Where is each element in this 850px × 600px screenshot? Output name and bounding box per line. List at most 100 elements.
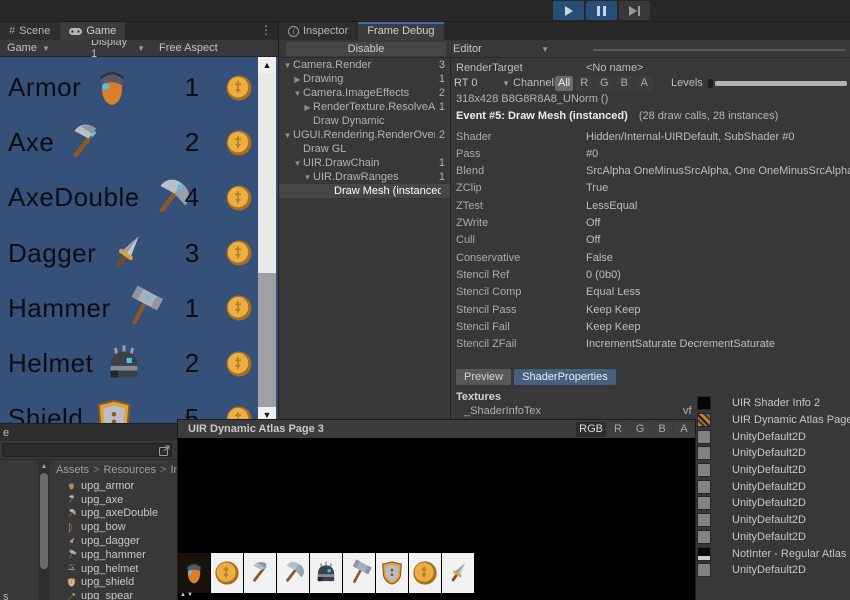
state-key: Pass (456, 148, 586, 160)
texture-name: UnityDefault2D (732, 531, 806, 543)
rt-dropdown[interactable]: RT 0 ▼ (454, 77, 510, 89)
texture-row[interactable]: UnityDefault2D (697, 428, 850, 445)
asset-row[interactable]: upg_shield (50, 576, 180, 590)
foldout-icon[interactable]: ▼ (282, 61, 293, 70)
atlas-channel-button[interactable]: G (630, 422, 650, 437)
texture-name: UnityDefault2D (732, 564, 806, 576)
disable-button[interactable]: Disable (286, 42, 446, 56)
open-search-icon[interactable] (159, 445, 170, 456)
texture-row[interactable]: UnityDefault2D (697, 478, 850, 495)
preview-button[interactable]: Preview (456, 369, 511, 385)
project-scrollbar[interactable]: ▲ (38, 461, 50, 600)
asset-row[interactable]: upg_axeDouble (50, 507, 180, 521)
channel-button[interactable]: R (575, 76, 593, 91)
breadcrumb: Assets > Resources > Inv (50, 461, 180, 478)
channel-button[interactable]: B (615, 76, 633, 91)
asset-row[interactable]: upg_dagger (50, 534, 180, 548)
asset-icon (66, 536, 77, 547)
frame-event-row[interactable]: ▶ RenderTexture.ResolveA 1 (279, 100, 450, 114)
frame-event-slider[interactable] (593, 49, 845, 51)
asset-row[interactable]: upg_axe (50, 493, 180, 507)
play-icon (565, 6, 573, 16)
event-count: 1 (439, 171, 445, 183)
frame-event-row[interactable]: ▼ UIR.DrawChain 1 (279, 156, 450, 170)
play-button[interactable] (553, 1, 584, 20)
foldout-icon[interactable]: ▼ (292, 89, 303, 98)
tab-game[interactable]: Game (60, 22, 125, 40)
texture-name: UnityDefault2D (732, 481, 806, 493)
scroll-up-icon[interactable]: ▲ (38, 463, 50, 470)
frame-event-row[interactable]: ▼ UIR.DrawRanges 1 (279, 170, 450, 184)
breadcrumb-segment[interactable]: Assets (56, 464, 89, 476)
frame-event-row[interactable]: ▶ Drawing 1 (279, 72, 450, 86)
frame-event-row[interactable]: ▼ UGUI.Rendering.RenderOverla 2 (279, 128, 450, 142)
levels-slider-knob[interactable] (708, 79, 713, 88)
texture-name: UIR Shader Info 2 (732, 397, 820, 409)
breadcrumb-segment[interactable]: Resources (103, 464, 156, 476)
texture-row[interactable]: UnityDefault2D (697, 462, 850, 479)
frame-event-row[interactable]: Draw Dynamic (279, 114, 450, 128)
texture-row[interactable]: UnityDefault2D (697, 512, 850, 529)
shader-properties-button[interactable]: ShaderProperties (514, 369, 616, 385)
atlas-channel-button[interactable]: B (652, 422, 672, 437)
channel-button[interactable]: G (595, 76, 613, 91)
scroll-up-icon[interactable]: ▲ (258, 57, 276, 73)
coin-icon (224, 238, 254, 268)
state-value: Keep Keep (586, 321, 640, 333)
texture-row[interactable]: NotInter - Regular Atlas (697, 545, 850, 562)
shader-state-row: Pass#0 (456, 148, 850, 165)
frame-event-row[interactable]: Draw Mesh (instanced) (279, 184, 450, 198)
game-mode-dropdown[interactable]: Game▼ (0, 42, 84, 54)
texture-swatch (697, 430, 711, 444)
texture-row[interactable]: UIR Shader Info 2 (697, 395, 850, 412)
scrollbar-thumb[interactable] (258, 73, 276, 273)
channel-button[interactable]: All (555, 76, 573, 91)
shader-state-row: Stencil Ref0 (0b0) (456, 269, 850, 286)
tab-scene[interactable]: # Scene (0, 22, 59, 40)
tab-frame-debug[interactable]: Frame Debug (358, 22, 443, 40)
game-scrollbar[interactable]: ▲ ▼ (258, 57, 276, 423)
atlas-channel-button[interactable]: RGB (576, 422, 606, 437)
frame-event-row[interactable]: Draw GL (279, 142, 450, 156)
project-folder-tree[interactable]: s (0, 461, 38, 600)
texture-row[interactable]: UnityDefault2D (697, 495, 850, 512)
project-tabbar[interactable]: e (0, 424, 180, 441)
event-title: Event #5: Draw Mesh (instanced) (456, 110, 628, 122)
channel-button[interactable]: A (635, 76, 653, 91)
kebab-menu-icon[interactable]: ⋮ (260, 23, 272, 37)
atlas-sprite-tile (343, 553, 375, 593)
step-button[interactable] (619, 1, 650, 20)
state-key: Stencil Ref (456, 269, 586, 281)
tab-inspector[interactable]: i Inspector (279, 22, 357, 40)
asset-row[interactable]: upg_hammer (50, 548, 180, 562)
asset-row[interactable]: upg_armor (50, 479, 180, 493)
asset-row[interactable]: upg_helmet (50, 562, 180, 576)
texture-row[interactable]: UnityDefault2D (697, 562, 850, 579)
asset-icon (66, 563, 77, 574)
frame-event-row[interactable]: ▼ Camera.ImageEffects 2 (279, 86, 450, 100)
texture-row[interactable]: UnityDefault2D (697, 529, 850, 546)
inspector-tabbar: i Inspector Frame Debug (279, 22, 850, 40)
asset-name: upg_spear (81, 590, 133, 600)
asset-row[interactable]: upg_bow (50, 520, 180, 534)
foldout-icon[interactable]: ▶ (292, 75, 303, 84)
aspect-dropdown[interactable]: Free Aspect (152, 42, 225, 54)
foldout-icon[interactable]: ▼ (292, 159, 303, 168)
atlas-channel-button[interactable]: A (674, 422, 694, 437)
foldout-icon[interactable]: ▼ (302, 173, 313, 182)
texture-row[interactable]: UnityDefault2D (697, 445, 850, 462)
tab-inspector-label: Inspector (303, 25, 348, 37)
coin-icon (224, 293, 254, 323)
scrollbar-thumb[interactable] (40, 473, 48, 569)
texture-row[interactable]: UIR Dynamic Atlas Page (697, 412, 850, 429)
asset-row[interactable]: upg_spear (50, 589, 180, 600)
target-dropdown[interactable]: Editor ▼ (453, 42, 553, 56)
frame-event-row[interactable]: ▼ Camera.Render 3 (279, 58, 450, 72)
levels-slider[interactable] (715, 81, 847, 86)
foldout-icon[interactable]: ▶ (302, 103, 313, 112)
foldout-icon[interactable]: ▼ (282, 131, 293, 140)
atlas-titlebar[interactable]: UIR Dynamic Atlas Page 3 RGB R G B A (178, 420, 695, 438)
atlas-channel-button[interactable]: R (608, 422, 628, 437)
search-input[interactable] (2, 443, 172, 457)
pause-button[interactable] (586, 1, 617, 20)
